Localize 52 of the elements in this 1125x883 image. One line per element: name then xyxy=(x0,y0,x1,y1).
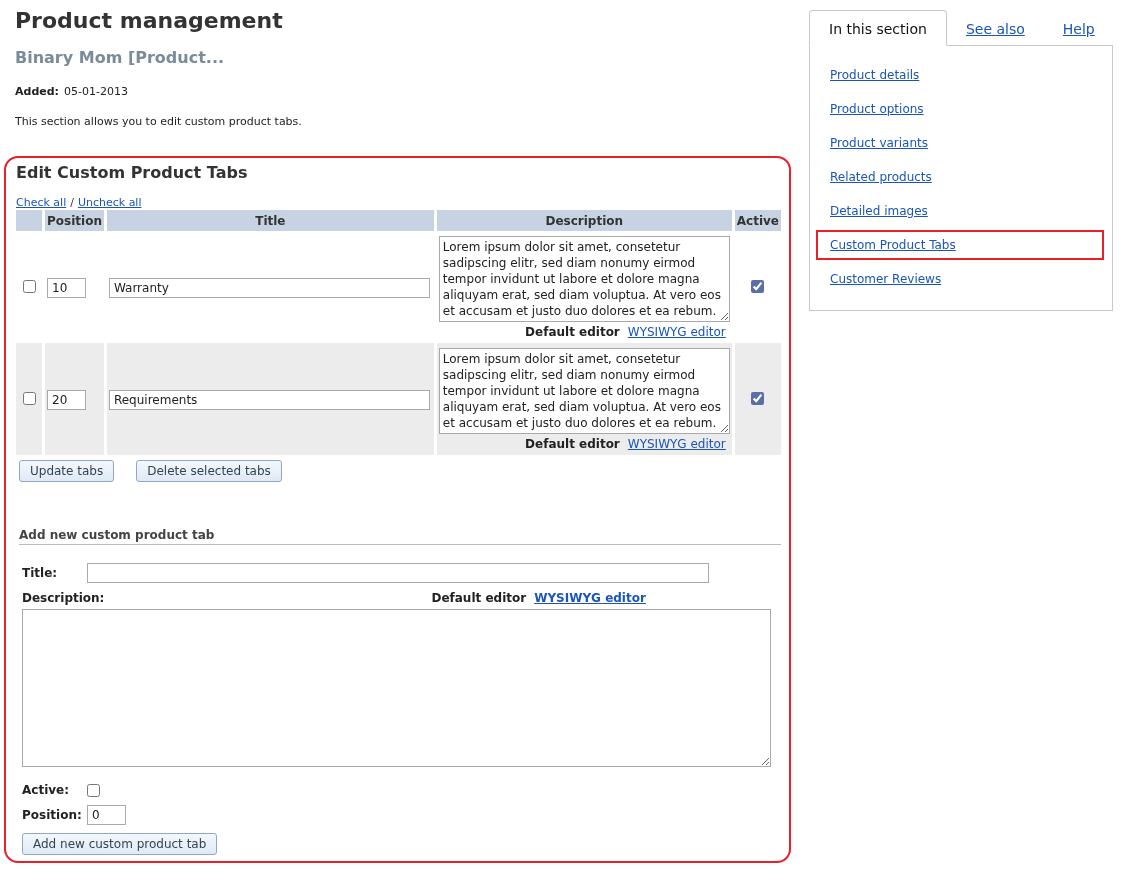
wysiwyg-editor-link[interactable]: WYSIWYG editor xyxy=(534,591,646,605)
sidebar-tab[interactable]: In this section xyxy=(809,10,947,46)
product-name: Binary Mom [Product... xyxy=(15,48,226,67)
wysiwyg-editor-link[interactable]: WYSIWYG editor xyxy=(627,437,726,451)
header-cell xyxy=(16,210,42,231)
added-date: 05-01-2013 xyxy=(64,85,128,98)
sidebar-link[interactable]: Customer Reviews xyxy=(830,272,942,286)
row-checkbox[interactable] xyxy=(22,279,36,293)
column-header: Position xyxy=(45,210,104,231)
delete-button[interactable]: Delete selected tabs xyxy=(136,460,282,482)
new-position-field[interactable]: 0 xyxy=(87,805,126,825)
position-field[interactable]: 10 xyxy=(47,277,86,298)
sidebar-tab[interactable]: Help xyxy=(1043,11,1114,45)
section-heading: Edit Custom Product Tabs xyxy=(16,163,249,182)
title-label: Title: xyxy=(22,566,59,580)
sidebar-link[interactable]: Product options xyxy=(830,102,924,116)
page-title: Product management xyxy=(15,8,284,33)
form-heading: Add new custom product tab xyxy=(19,528,781,545)
wysiwyg-editor-link[interactable]: WYSIWYG editor xyxy=(627,325,726,339)
description-field[interactable]: Lorem ipsum dolor sit amet, consetetur sadipscing elitr, sed diam nonumy eirmod tempor invidunt ut labore et dolore magna aliquyam erat, sed diam voluptua. At vero eos et accusam et justo duo dolores et ea rebum. xyxy=(438,348,730,434)
title-field[interactable]: Requirements xyxy=(108,389,430,410)
active-label: Active: xyxy=(22,783,70,797)
active-checkbox[interactable] xyxy=(751,391,765,405)
position-field[interactable]: 20 xyxy=(47,389,86,410)
sidebar-tab[interactable]: See also xyxy=(946,11,1044,45)
added-label: Added: xyxy=(15,85,59,98)
sidebar-link[interactable]: Detailed images xyxy=(830,204,928,218)
new-description-field[interactable] xyxy=(22,609,771,767)
column-header: Description xyxy=(436,210,732,231)
sidebar-link[interactable]: Product details xyxy=(830,68,920,82)
editor-label: Default editor xyxy=(431,591,527,605)
position-label: Position: xyxy=(22,808,83,822)
description-field[interactable]: Lorem ipsum dolor sit amet, consetetur sadipscing elitr, sed diam nonumy eirmod tempor invidunt ut labore et dolore magna aliquyam erat, sed diam voluptua. At vero eos et accusam et justo duo dolores et ea rebum. xyxy=(438,236,730,322)
sidebar-link[interactable]: Product variants xyxy=(830,136,928,150)
intro-text: This section allows you to edit custom product tabs. xyxy=(15,115,303,128)
sidebar-link[interactable]: Custom Product Tabs xyxy=(830,238,956,252)
column-header: Active xyxy=(734,210,781,231)
editor-label: Default editor xyxy=(525,325,620,339)
column-header: Title xyxy=(106,210,434,231)
title-field[interactable]: Warranty xyxy=(108,277,430,298)
update-button[interactable]: Update tabs xyxy=(19,460,115,482)
check-all-link[interactable]: Check all xyxy=(16,196,67,209)
active-checkbox[interactable] xyxy=(87,783,100,797)
separator: / xyxy=(70,196,74,209)
active-checkbox[interactable] xyxy=(751,279,765,293)
row-checkbox[interactable] xyxy=(22,391,36,405)
editor-label: Default editor xyxy=(525,437,620,451)
new-title-field[interactable] xyxy=(87,563,709,583)
sidebar-link[interactable]: Related products xyxy=(830,170,932,184)
add-tab-button[interactable]: Add new custom product tab xyxy=(22,833,218,855)
uncheck-all-link[interactable]: Uncheck all xyxy=(77,196,142,209)
description-label: Description: xyxy=(22,591,105,605)
